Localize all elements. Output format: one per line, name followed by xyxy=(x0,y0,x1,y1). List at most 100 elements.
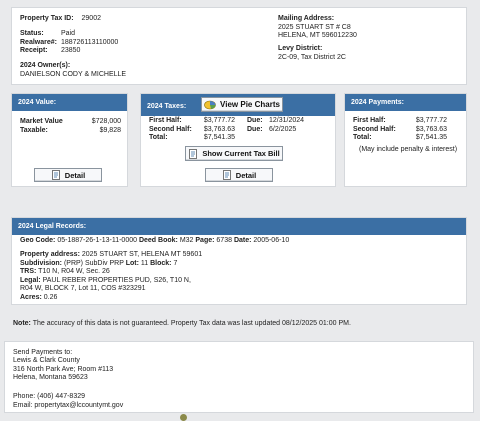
payments-note: (May include penalty & interest) xyxy=(359,146,458,153)
acres-label: Acres: xyxy=(20,293,42,301)
payments-total-label: Total: xyxy=(353,134,372,141)
taxes-first-half-value: $3,777.72 xyxy=(203,117,235,124)
value-detail-label: Detail xyxy=(64,170,86,180)
geo-code-value: 05-1887-26-1-13-11-0000 xyxy=(57,237,137,244)
property-address-value: 2025 STUART ST, HELENA MT 59601 xyxy=(81,251,203,258)
owners-label: 2024 Owner(s): xyxy=(20,62,71,69)
owners-value: DANIELSON CODY & MICHELLE xyxy=(20,70,127,78)
trs-value: T10 N, R04 W, Sec. 26 xyxy=(38,268,110,275)
mailing-line2: HELENA, MT 596012230 xyxy=(278,32,357,39)
legal-details: Property address: 2025 STUART ST, HELENA… xyxy=(20,251,202,302)
subdivision-value: (PRP) SubDiv PRP xyxy=(63,259,124,267)
taxes-box-title: 2024 Taxes: xyxy=(147,103,187,110)
footer-county: Lewis & Clark County xyxy=(13,357,80,365)
footer-street-address: 316 North Park Ave; Room #113 xyxy=(13,365,114,373)
footer-phone: Phone: (406) 447-8329 xyxy=(13,393,85,401)
taxes-second-half-label: Second Half: xyxy=(149,125,192,133)
footer-email[interactable]: Email: propertytax@lccountymt.gov xyxy=(13,402,123,409)
block-label: Block: xyxy=(150,259,172,267)
realware-value: 188726113110000 xyxy=(60,38,119,46)
geo-code-row: Geo Code: 05-1887-26-1-13-11-0000 Deed B… xyxy=(20,237,289,244)
owners-block: 2024 Owner(s): DANIELSON CODY & MICHELLE xyxy=(20,62,126,79)
payments-first-half-value: $3,777.72 xyxy=(415,117,447,124)
value-box-title: 2024 Value: xyxy=(12,94,127,111)
status-label: Status: xyxy=(20,30,44,37)
pie-chart-icon xyxy=(204,100,216,110)
levy-label: Levy District: xyxy=(278,45,323,52)
property-id-row: Property Tax ID: 29002 xyxy=(20,15,101,22)
payments-second-half-value: $3,763.63 xyxy=(415,125,447,133)
value-box: 2024 Value: Market Value $728,000 Taxabl… xyxy=(11,93,128,187)
trs-label: TRS: xyxy=(20,268,37,275)
date-label: Date: xyxy=(233,237,252,244)
value-table: Market Value $728,000 Taxable: $9,828 xyxy=(20,118,121,135)
deed-book-label: Deed Book: xyxy=(138,237,178,244)
legal-records-panel: 2024 Legal Records: Geo Code: 05-1887-26… xyxy=(11,217,467,305)
first-due-date: 12/31/2024 xyxy=(269,117,305,124)
legal-description-line2: R04 W, BLOCK 7, Lot 11, COS #323291 xyxy=(20,285,146,292)
property-info-panel: Property Tax ID: 29002 Status: Paid Real… xyxy=(11,7,467,85)
taxes-table: First Half: $3,777.72 Second Half: $3,76… xyxy=(149,117,235,143)
view-pie-charts-button[interactable]: View Pie Charts xyxy=(201,97,283,112)
payment-footer: Send Payments to: Lewis & Clark County 3… xyxy=(4,341,474,413)
taxes-detail-button[interactable]: Detail xyxy=(205,168,273,182)
second-due-label: Due: xyxy=(247,125,263,133)
view-pie-charts-label: View Pie Charts xyxy=(220,100,280,109)
legal-description-label: Legal: xyxy=(20,276,41,284)
receipt-value: 23850 xyxy=(60,47,81,54)
taxes-due-dates: Due: 12/31/2024 Due: 6/2/2025 xyxy=(247,117,304,134)
footer-city: Helena, Montana 59623 xyxy=(13,373,88,381)
mailing-address-block: Mailing Address: 2025 STUART ST # C8 HEL… xyxy=(278,15,357,41)
second-due-date: 6/2/2025 xyxy=(269,125,297,133)
value-detail-button[interactable]: Detail xyxy=(34,168,102,182)
payments-box: 2024 Payments: First Half: $3,777.72 Sec… xyxy=(344,93,467,187)
page-label: Page: xyxy=(195,237,215,244)
property-id-label: Property Tax ID: xyxy=(20,15,74,22)
tax-bill-icon xyxy=(188,148,198,159)
lot-value: 11 xyxy=(140,259,149,267)
taxes-total-label: Total: xyxy=(149,134,168,141)
receipt-label: Receipt: xyxy=(20,47,48,54)
bottom-decoration-dot xyxy=(180,414,187,421)
block-value: 7 xyxy=(173,259,178,267)
market-value-label: Market Value xyxy=(20,118,63,125)
acres-value: 0.26 xyxy=(43,293,58,301)
mailing-line1: 2025 STUART ST # C8 xyxy=(278,23,351,31)
levy-value: 2C-09, Tax District 2C xyxy=(278,53,346,61)
taxes-total-value: $7,541.35 xyxy=(203,134,235,141)
payments-total-value: $7,541.35 xyxy=(415,134,447,141)
deed-book-value: M32 xyxy=(179,237,194,244)
first-due-label: Due: xyxy=(247,117,263,124)
taxes-second-half-value: $3,763.63 xyxy=(203,125,235,133)
payments-second-half-label: Second Half: xyxy=(353,125,396,133)
realware-label: Realware#: xyxy=(20,38,57,46)
subdivision-label: Subdivision: xyxy=(20,259,62,267)
date-value: 2005-06-10 xyxy=(253,237,290,244)
note-label: Note: xyxy=(13,320,31,327)
levy-district-block: Levy District: 2C-09, Tax District 2C xyxy=(278,45,346,62)
taxable-value: $9,828 xyxy=(99,126,121,134)
document-icon xyxy=(222,170,232,180)
footer-address-block: Send Payments to: Lewis & Clark County 3… xyxy=(13,349,123,410)
market-value: $728,000 xyxy=(91,118,121,125)
accuracy-note: Note: The accuracy of this data is not g… xyxy=(13,320,351,327)
show-current-tax-bill-button[interactable]: Show Current Tax Bill xyxy=(185,146,283,161)
status-value: Paid xyxy=(60,30,75,37)
taxes-first-half-label: First Half: xyxy=(149,117,182,124)
document-icon xyxy=(51,170,61,180)
page-value: 6738 xyxy=(216,237,232,244)
payments-table: First Half: $3,777.72 Second Half: $3,76… xyxy=(353,117,447,143)
note-text: The accuracy of this data is not guarant… xyxy=(32,320,351,327)
payments-first-half-label: First Half: xyxy=(353,117,386,124)
geo-code-label: Geo Code: xyxy=(20,237,56,244)
mailing-label: Mailing Address: xyxy=(278,15,335,22)
taxes-detail-label: Detail xyxy=(235,170,257,180)
property-status-block: Status: Paid Realware#: 188726113110000 … xyxy=(20,30,118,56)
footer-send-payments: Send Payments to: xyxy=(13,349,73,356)
legal-description-line1: PAUL REBER PROPERTIES PUD, S26, T10 N, xyxy=(42,276,191,284)
show-current-tax-bill-label: Show Current Tax Bill xyxy=(202,149,280,158)
property-address-label: Property address: xyxy=(20,251,80,258)
legal-records-title: 2024 Legal Records: xyxy=(12,218,466,235)
taxable-label: Taxable: xyxy=(20,126,48,134)
taxes-box: 2024 Taxes: View Pie Charts First Half: … xyxy=(140,93,336,187)
